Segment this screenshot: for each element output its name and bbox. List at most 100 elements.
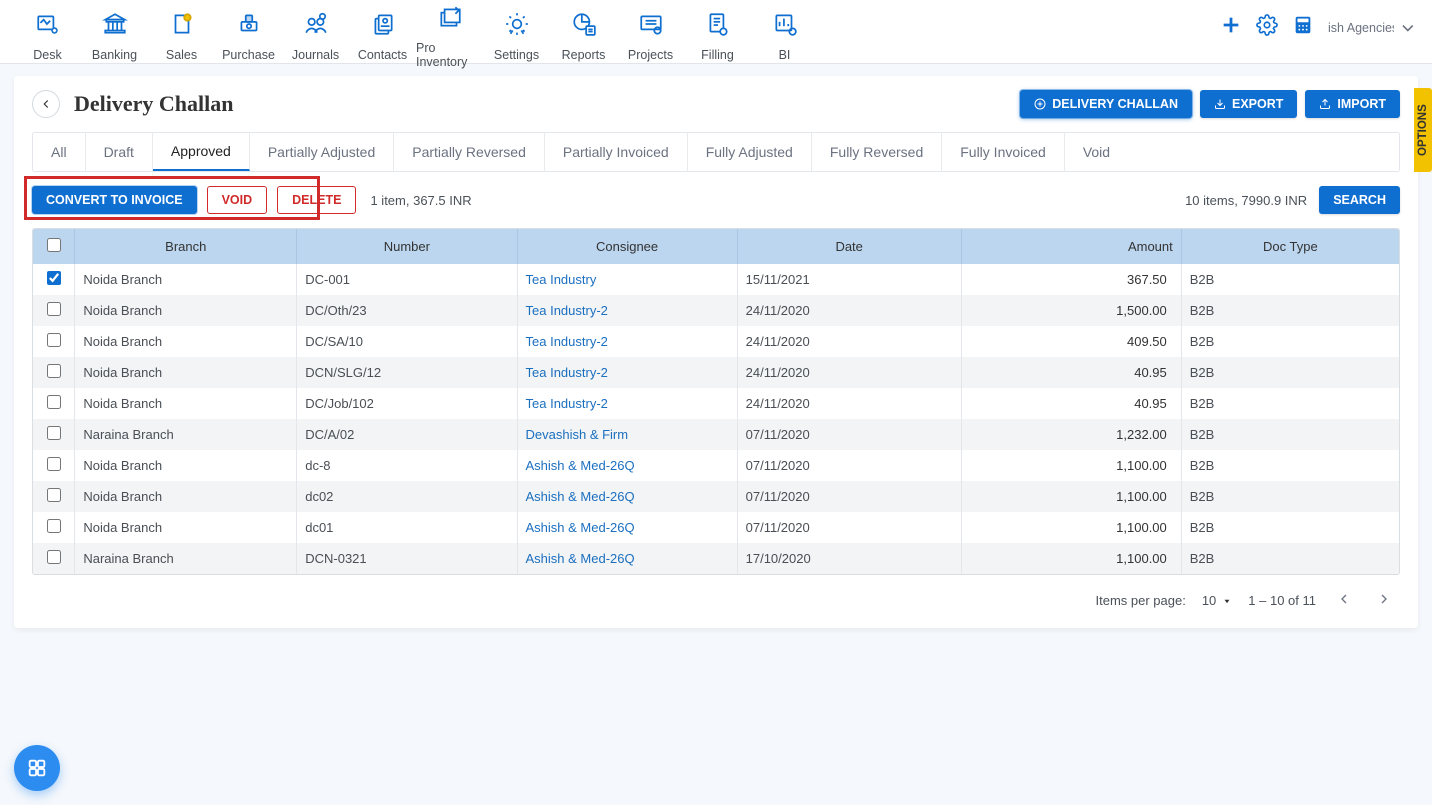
cell-number: dc02 (297, 481, 517, 512)
row-checkbox[interactable] (47, 488, 61, 502)
nav-filling[interactable]: Filling (684, 4, 751, 69)
consignee-link[interactable]: Ashish & Med-26Q (526, 458, 635, 473)
cell-branch: Noida Branch (75, 388, 297, 419)
th-amount[interactable]: Amount (961, 229, 1181, 264)
chevron-left-icon (39, 97, 53, 111)
gear-icon[interactable] (1256, 14, 1278, 41)
row-checkbox[interactable] (47, 364, 61, 378)
options-sidebar-tab[interactable]: OPTIONS (1414, 88, 1432, 172)
row-checkbox[interactable] (47, 333, 61, 347)
consignee-link[interactable]: Tea Industry (526, 272, 597, 287)
nav-reports[interactable]: Reports (550, 4, 617, 69)
tab-fully-reversed[interactable]: Fully Reversed (812, 133, 942, 171)
cell-doctype: B2B (1181, 264, 1399, 295)
nav-settings[interactable]: Settings (483, 4, 550, 69)
row-checkbox[interactable] (47, 395, 61, 409)
page-size-select[interactable]: 10 (1202, 593, 1232, 608)
row-checkbox[interactable] (47, 457, 61, 471)
row-checkbox[interactable] (47, 550, 61, 564)
nav-contacts[interactable]: Contacts (349, 4, 416, 69)
row-checkbox[interactable] (47, 302, 61, 316)
tab-partially-invoiced[interactable]: Partially Invoiced (545, 133, 688, 171)
nav-purchase[interactable]: Purchase (215, 4, 282, 69)
nav-pro-inventory[interactable]: Pro Inventory (416, 4, 483, 69)
th-date[interactable]: Date (737, 229, 961, 264)
tab-partially-reversed[interactable]: Partially Reversed (394, 133, 545, 171)
delivery-challan-button[interactable]: DELIVERY CHALLAN (1020, 90, 1192, 118)
row-checkbox[interactable] (47, 519, 61, 533)
nav-label: Contacts (358, 48, 407, 62)
table-row[interactable]: Noida Branch dc01 Ashish & Med-26Q 07/11… (33, 512, 1399, 543)
delete-label: DELETE (292, 193, 341, 207)
table-row[interactable]: Noida Branch dc-8 Ashish & Med-26Q 07/11… (33, 450, 1399, 481)
cell-branch: Naraina Branch (75, 543, 297, 574)
cell-doctype: B2B (1181, 512, 1399, 543)
th-consignee[interactable]: Consignee (517, 229, 737, 264)
table-row[interactable]: Naraina Branch DC/A/02 Devashish & Firm … (33, 419, 1399, 450)
void-button[interactable]: VOID (207, 186, 268, 214)
consignee-link[interactable]: Tea Industry-2 (526, 334, 608, 349)
consignee-link[interactable]: Ashish & Med-26Q (526, 551, 635, 566)
th-number[interactable]: Number (297, 229, 517, 264)
back-button[interactable] (32, 90, 60, 118)
tab-partially-adjusted[interactable]: Partially Adjusted (250, 133, 394, 171)
nav-sales[interactable]: Sales (148, 4, 215, 69)
nav-icon (303, 11, 329, 42)
table-row[interactable]: Noida Branch dc02 Ashish & Med-26Q 07/11… (33, 481, 1399, 512)
org-switcher[interactable]: ish Agencies( (1328, 17, 1418, 39)
nav-label: Desk (33, 48, 61, 62)
calculator-icon[interactable] (1292, 14, 1314, 41)
add-icon[interactable] (1220, 14, 1242, 41)
nav-banking[interactable]: Banking (81, 4, 148, 69)
cell-doctype: B2B (1181, 388, 1399, 419)
table-row[interactable]: Noida Branch DC/Job/102 Tea Industry-2 2… (33, 388, 1399, 419)
cell-branch: Noida Branch (75, 450, 297, 481)
main-card: Delivery Challan DELIVERY CHALLAN EXPORT… (14, 76, 1418, 628)
nav-bi[interactable]: BI (751, 4, 818, 69)
tab-all[interactable]: All (33, 133, 86, 171)
table-row[interactable]: Noida Branch DC/Oth/23 Tea Industry-2 24… (33, 295, 1399, 326)
nav-projects[interactable]: Projects (617, 4, 684, 69)
select-all-checkbox[interactable] (47, 238, 61, 252)
consignee-link[interactable]: Tea Industry-2 (526, 303, 608, 318)
import-button[interactable]: IMPORT (1305, 90, 1400, 118)
nav-journals[interactable]: Journals (282, 4, 349, 69)
tab-draft[interactable]: Draft (86, 133, 153, 171)
consignee-link[interactable]: Ashish & Med-26Q (526, 520, 635, 535)
consignee-link[interactable]: Ashish & Med-26Q (526, 489, 635, 504)
pager-next[interactable] (1372, 587, 1396, 614)
cell-branch: Noida Branch (75, 264, 297, 295)
nav-label: Journals (292, 48, 339, 62)
void-label: VOID (222, 193, 253, 207)
cell-doctype: B2B (1181, 326, 1399, 357)
challan-table: Branch Number Consignee Date Amount Doc … (33, 229, 1399, 574)
table-row[interactable]: Noida Branch DCN/SLG/12 Tea Industry-2 2… (33, 357, 1399, 388)
delete-button[interactable]: DELETE (277, 186, 356, 214)
th-doctype[interactable]: Doc Type (1181, 229, 1399, 264)
tab-fully-invoiced[interactable]: Fully Invoiced (942, 133, 1065, 171)
table-row[interactable]: Naraina Branch DCN-0321 Ashish & Med-26Q… (33, 543, 1399, 574)
tab-approved[interactable]: Approved (153, 133, 250, 171)
table-row[interactable]: Noida Branch DC/SA/10 Tea Industry-2 24/… (33, 326, 1399, 357)
consignee-link[interactable]: Tea Industry-2 (526, 365, 608, 380)
cell-date: 15/11/2021 (737, 264, 961, 295)
row-checkbox[interactable] (47, 271, 61, 285)
nav-icon (638, 11, 664, 42)
cell-date: 17/10/2020 (737, 543, 961, 574)
tab-void[interactable]: Void (1065, 133, 1128, 171)
search-button[interactable]: SEARCH (1319, 186, 1400, 214)
export-label: EXPORT (1232, 97, 1283, 111)
tab-fully-adjusted[interactable]: Fully Adjusted (688, 133, 812, 171)
convert-to-invoice-button[interactable]: CONVERT TO INVOICE (32, 186, 197, 214)
cell-amount: 40.95 (961, 357, 1181, 388)
table-row[interactable]: Noida Branch DC-001 Tea Industry 15/11/2… (33, 264, 1399, 295)
th-branch[interactable]: Branch (75, 229, 297, 264)
nav-desk[interactable]: Desk (14, 4, 81, 69)
selection-summary: 1 item, 367.5 INR (370, 193, 471, 208)
consignee-link[interactable]: Devashish & Firm (526, 427, 629, 442)
consignee-link[interactable]: Tea Industry-2 (526, 396, 608, 411)
export-button[interactable]: EXPORT (1200, 90, 1297, 118)
apps-fab[interactable] (14, 745, 60, 791)
pager-prev[interactable] (1332, 587, 1356, 614)
row-checkbox[interactable] (47, 426, 61, 440)
